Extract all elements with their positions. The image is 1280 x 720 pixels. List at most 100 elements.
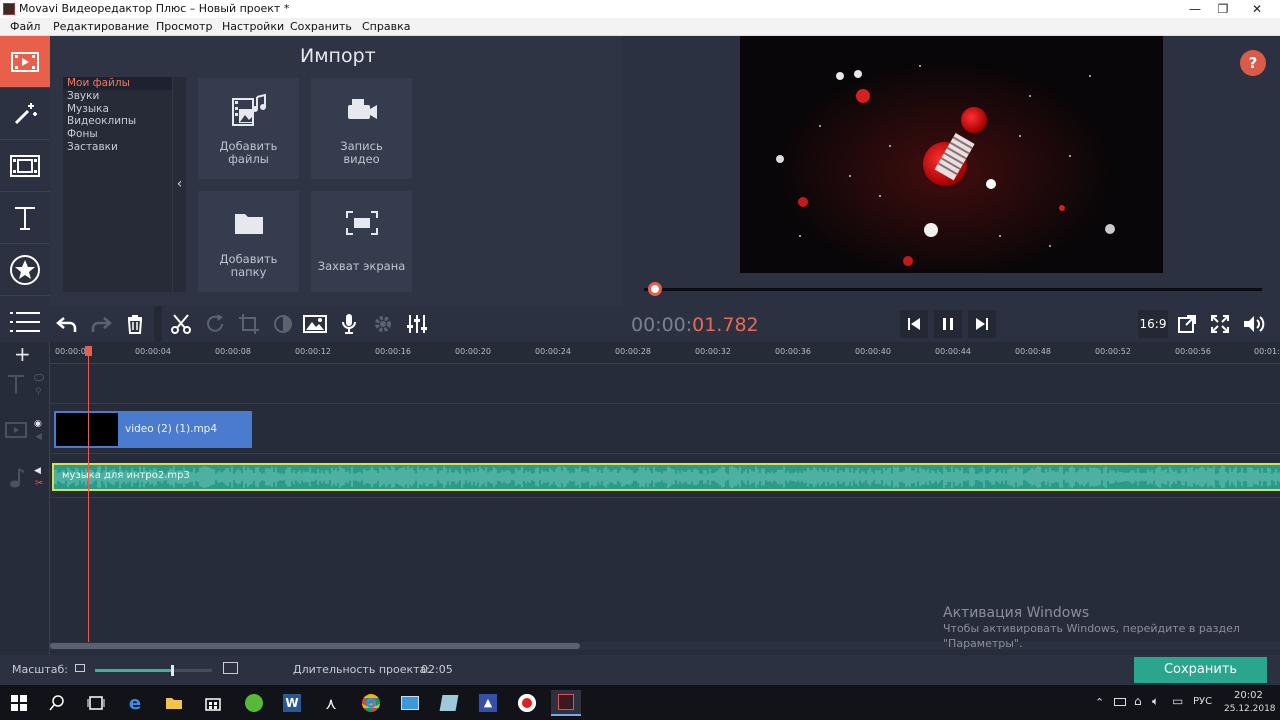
- video-track-visibility-icon[interactable]: ◉: [34, 419, 42, 429]
- aspect-ratio-button[interactable]: 16:9: [1138, 310, 1168, 338]
- word-taskbar-button[interactable]: W: [277, 690, 307, 716]
- explorer-taskbar-button[interactable]: [159, 690, 189, 716]
- undo-button[interactable]: [50, 306, 84, 342]
- keyboard-language[interactable]: РУС: [1193, 696, 1212, 707]
- collapse-panel-button[interactable]: ‹: [172, 77, 186, 292]
- delete-button[interactable]: [118, 306, 152, 342]
- video-track-mute-icon[interactable]: ◀: [35, 432, 42, 442]
- notification-icon[interactable]: ▭: [1172, 694, 1183, 708]
- app2-taskbar-button[interactable]: [434, 690, 464, 716]
- crop-button[interactable]: [232, 306, 266, 342]
- menu-bar: Файл Редактирование Просмотр Настройки С…: [0, 18, 1280, 36]
- cut-button[interactable]: [164, 306, 198, 342]
- color-adjust-button[interactable]: [266, 306, 300, 342]
- audio-clip[interactable]: музыка для интро2.mp3: [52, 463, 1280, 491]
- chrome-taskbar-button[interactable]: [356, 690, 386, 716]
- category-intros[interactable]: Заставки: [63, 141, 172, 154]
- voice-record-button[interactable]: [332, 306, 366, 342]
- time-ruler[interactable]: 00:00:00 00:00:04 00:00:08 00:00:12 00:0…: [50, 342, 1280, 364]
- close-button[interactable]: ✕: [1240, 0, 1274, 18]
- import-title: Импорт: [300, 45, 376, 67]
- pause-button[interactable]: [934, 310, 962, 338]
- network-icon[interactable]: ⌂: [1134, 694, 1142, 708]
- battery-icon[interactable]: [1114, 698, 1126, 706]
- preview-scrubber[interactable]: [644, 288, 1262, 291]
- rotate-icon: [207, 314, 223, 332]
- detach-preview-button[interactable]: [1174, 310, 1200, 338]
- undo-icon: [56, 317, 77, 332]
- zoom-slider[interactable]: [95, 665, 212, 676]
- screen-capture-button[interactable]: Захват экрана: [311, 191, 412, 292]
- movavi-taskbar-button[interactable]: [551, 690, 581, 716]
- windows-logo-icon: [11, 695, 27, 711]
- zoom-out-icon[interactable]: [75, 664, 85, 672]
- sidebar-item-more[interactable]: [0, 296, 50, 348]
- menu-view[interactable]: Просмотр: [156, 20, 212, 33]
- slideshow-button[interactable]: [298, 306, 332, 342]
- sidebar-item-import[interactable]: [0, 36, 50, 88]
- app3-taskbar-button[interactable]: ▲: [473, 690, 503, 716]
- app-taskbar-button[interactable]: [395, 690, 425, 716]
- clock-time[interactable]: 20:02: [1234, 690, 1263, 701]
- zoom-slider-handle[interactable]: [171, 665, 175, 676]
- add-files-button[interactable]: Добавить файлы: [198, 78, 299, 179]
- previous-frame-button[interactable]: [900, 310, 928, 338]
- project-duration-value: 02:05: [421, 663, 453, 676]
- menu-save[interactable]: Сохранить: [290, 20, 352, 33]
- ruler-tick: 00:00:56: [1175, 347, 1211, 356]
- zoom-in-icon[interactable]: [223, 662, 238, 674]
- recorder-taskbar-button[interactable]: [512, 690, 542, 716]
- volume-tray-icon[interactable]: 🔈︎: [1152, 694, 1159, 709]
- playhead[interactable]: [88, 346, 89, 644]
- speaker-icon: [1244, 316, 1265, 332]
- scrubber-handle[interactable]: [648, 282, 663, 296]
- help-button[interactable]: ?: [1240, 50, 1266, 76]
- category-my-files[interactable]: Мои файлы: [63, 77, 172, 90]
- sidebar-item-stickers[interactable]: [0, 244, 50, 296]
- menu-help[interactable]: Справка: [362, 20, 410, 33]
- text-track-visibility-icon[interactable]: [34, 374, 44, 381]
- audio-track-detach-icon[interactable]: ✂: [35, 478, 43, 489]
- clock-date[interactable]: 25.12.2018: [1224, 704, 1276, 714]
- category-video-clips[interactable]: Видеоклипы: [63, 115, 172, 128]
- next-frame-button[interactable]: [968, 310, 996, 338]
- torrent-taskbar-button[interactable]: [239, 690, 269, 716]
- record-video-button[interactable]: Запись видео: [311, 78, 412, 179]
- start-button[interactable]: [4, 690, 34, 716]
- sidebar-item-titles[interactable]: [0, 192, 50, 244]
- activation-text: Чтобы активировать Windows, перейдите в …: [943, 622, 1240, 635]
- tray-overflow-icon[interactable]: ⌃: [1095, 696, 1104, 709]
- video-clip-label: video (2) (1).mp4: [125, 423, 218, 435]
- equalizer-button[interactable]: [400, 306, 434, 342]
- menu-edit[interactable]: Редактирование: [53, 20, 149, 33]
- task-view-button[interactable]: [81, 690, 111, 716]
- menu-settings[interactable]: Настройки: [222, 20, 284, 33]
- timeline-scrollbar-thumb[interactable]: [50, 643, 580, 649]
- category-sounds[interactable]: Звуки: [63, 90, 172, 103]
- text-track[interactable]: [50, 364, 1280, 404]
- edge-taskbar-button[interactable]: e: [120, 690, 150, 716]
- sidebar-item-transitions[interactable]: [0, 140, 50, 192]
- acrobat-taskbar-button[interactable]: ⋏: [316, 690, 346, 716]
- audio-track-volume-icon[interactable]: ◀: [34, 466, 41, 476]
- fullscreen-button[interactable]: [1207, 310, 1233, 338]
- add-track-button[interactable]: +: [14, 342, 31, 366]
- category-backgrounds[interactable]: Фоны: [63, 128, 172, 141]
- volume-button[interactable]: [1240, 310, 1268, 338]
- video-preview[interactable]: [740, 36, 1163, 273]
- add-folder-button[interactable]: Добавить папку: [198, 191, 299, 292]
- rotate-button[interactable]: [198, 306, 232, 342]
- ruler-tick: 00:00:44: [935, 347, 971, 356]
- video-clip[interactable]: video (2) (1).mp4: [54, 411, 252, 448]
- menu-file[interactable]: Файл: [10, 20, 40, 33]
- taskbar-search-button[interactable]: [42, 690, 72, 716]
- text-track-lock-icon[interactable]: ⚲: [35, 387, 42, 397]
- maximize-button[interactable]: ❐: [1206, 0, 1240, 18]
- redo-icon: [91, 317, 112, 332]
- redo-button[interactable]: [84, 306, 118, 342]
- clip-properties-button[interactable]: [366, 306, 400, 342]
- category-music[interactable]: Музыка: [63, 103, 172, 116]
- store-taskbar-button[interactable]: [198, 690, 228, 716]
- sidebar-item-filters[interactable]: [0, 88, 50, 140]
- save-button[interactable]: Сохранить: [1134, 657, 1267, 683]
